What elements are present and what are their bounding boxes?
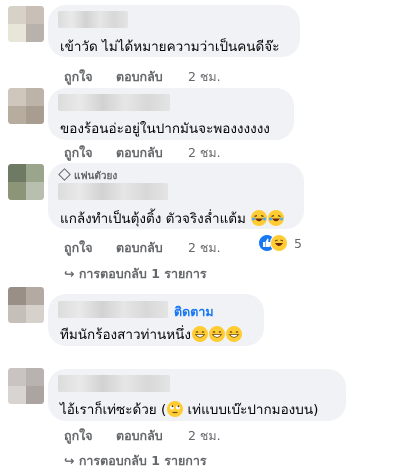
reply-button[interactable]: ตอบกลับ [116, 143, 163, 163]
author-name-redacted[interactable] [58, 11, 128, 28]
comment-text: แกล้งทำเป็นตุ้งติ้ง ตัวจริงล่ำแต้ม [60, 207, 285, 229]
grinning-emoji-icon [191, 326, 208, 342]
author-name-redacted[interactable] [58, 375, 170, 392]
comment-text-part: เท่แบบเบ๊ะปากมองบน) [183, 402, 319, 418]
comment-text: ไอ้เราก็เท่ซะด้วย ( เท่แบบเบ๊ะปากมองบน) [60, 398, 318, 420]
reply-button[interactable]: ตอบกลับ [116, 67, 163, 87]
comment-bubble: เข้าวัด ไม่ได้หมายความว่าเป็นคนดีจ๊ะ [48, 5, 300, 57]
comment-text: ของร้อนอ่ะอยู่ในปากมันจะพองงงงงง [60, 121, 270, 137]
avatar[interactable] [8, 164, 44, 200]
comment-text-part: ไอ้เราก็เท่ซะด้วย ( [60, 402, 167, 418]
like-button[interactable]: ถูกใจ [64, 67, 93, 87]
comment-actions: ถูกใจ ตอบกลับ 2 ชม. [64, 67, 264, 84]
comment-bubble: แฟนตัวยง แกล้งทำเป็นตุ้งติ้ง ตัวจริงล่ำแ… [48, 163, 304, 229]
author-name-redacted[interactable] [58, 301, 168, 318]
avatar[interactable] [8, 6, 44, 42]
author-name-redacted[interactable] [58, 183, 168, 200]
comment-timestamp[interactable]: 2 ชม. [188, 143, 221, 163]
grinning-emoji-icon [225, 326, 242, 342]
reply-button[interactable]: ตอบกลับ [116, 426, 163, 446]
avatar[interactable] [8, 368, 44, 404]
like-button[interactable]: ถูกใจ [64, 426, 93, 446]
badge-label: แฟนตัวยง [74, 171, 118, 182]
comment-bubble: ติดตาม ทีมนักร้องสาวท่านหนึ่ง [48, 294, 264, 346]
comment-timestamp[interactable]: 2 ชม. [188, 238, 221, 258]
like-button[interactable]: ถูกใจ [64, 143, 93, 163]
view-replies-link[interactable]: ↪ การตอบกลับ 1 รายการ [64, 264, 207, 284]
haha-reaction-icon [270, 234, 288, 252]
comment-timestamp[interactable]: 2 ชม. [188, 426, 221, 446]
comment-actions: ถูกใจ ตอบกลับ 2 ชม. [64, 426, 264, 443]
comment-text-body: ทีมนักร้องสาวท่านหนึ่ง [60, 327, 191, 343]
comment-actions: ถูกใจ ตอบกลับ 2 ชม. [64, 143, 264, 160]
comment-bubble: ไอ้เราก็เท่ซะด้วย ( เท่แบบเบ๊ะปากมองบน) [48, 369, 346, 421]
comment-text: ทีมนักร้องสาวท่านหนึ่ง [60, 323, 242, 345]
avatar[interactable] [8, 88, 44, 124]
like-button[interactable]: ถูกใจ [64, 238, 93, 258]
diamond-icon [58, 168, 71, 181]
avatar[interactable] [8, 287, 44, 323]
top-fan-badge: แฟนตัวยง [58, 168, 118, 184]
reply-button[interactable]: ตอบกลับ [116, 238, 163, 258]
follow-button[interactable]: ติดตาม [174, 302, 214, 322]
comment-text-body: แกล้งทำเป็นตุ้งติ้ง ตัวจริงล่ำแต้ม [60, 211, 246, 227]
reaction-count: 5 [294, 236, 302, 251]
laughing-emoji-icon [251, 210, 268, 226]
eye-roll-emoji-icon [167, 401, 184, 417]
author-name-redacted[interactable] [58, 94, 170, 111]
comment-text: เข้าวัด ไม่ได้หมายความว่าเป็นคนดีจ๊ะ [60, 39, 280, 55]
comment-bubble: ของร้อนอ่ะอยู่ในปากมันจะพองงงงงง [48, 88, 294, 140]
comment-timestamp[interactable]: 2 ชม. [188, 67, 221, 87]
reaction-summary[interactable]: 5 [258, 234, 308, 254]
laughing-emoji-icon [268, 210, 285, 226]
view-replies-link[interactable]: ↪ การตอบกลับ 1 รายการ [64, 451, 207, 471]
grinning-emoji-icon [208, 326, 225, 342]
comment-actions: ถูกใจ ตอบกลับ 2 ชม. [64, 238, 264, 255]
